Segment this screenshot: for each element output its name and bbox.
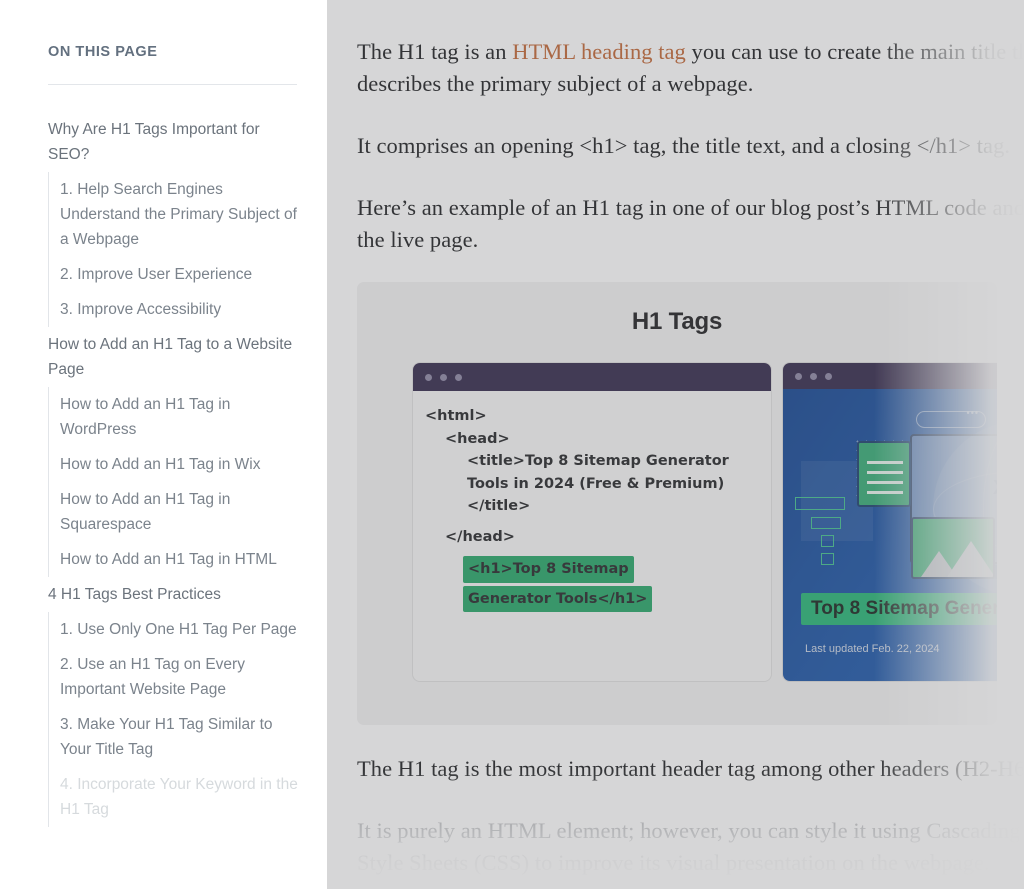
window-dot-icon bbox=[825, 372, 832, 380]
url-pill-icon bbox=[916, 408, 986, 428]
table-of-contents-sidebar: ON THIS PAGE Why Are H1 Tags Important f… bbox=[0, 0, 327, 889]
toc-subitem[interactable]: 3. Improve Accessibility bbox=[60, 292, 327, 327]
paragraph-example-lead: Here’s an example of an H1 tag in one of… bbox=[357, 195, 1024, 252]
code-line-highlighted: Generator Tools</h1> bbox=[463, 585, 653, 612]
toc-divider bbox=[48, 84, 297, 85]
last-updated-text: Last updated Feb. 22, 2024 bbox=[805, 643, 940, 655]
toc-subitem[interactable]: 2. Improve User Experience bbox=[60, 257, 327, 292]
document-icon bbox=[857, 441, 911, 507]
paragraph-intro: The H1 tag is an HTML heading tag you ca… bbox=[357, 36, 1024, 100]
toc-subitem[interactable]: 2. Use an H1 Tag on Every Important Webs… bbox=[60, 647, 327, 707]
image-icon bbox=[911, 517, 995, 579]
p1-text-before: The H1 tag is an bbox=[357, 39, 513, 64]
code-line-highlighted: <h1>Top 8 Sitemap bbox=[463, 556, 634, 583]
sitemap-node-icon bbox=[811, 517, 841, 529]
paragraph-css-style: It is purely an HTML element; however, y… bbox=[357, 818, 1021, 875]
paragraph-comprises: It comprises an opening <h1> tag, the ti… bbox=[357, 133, 1011, 158]
code-line: <head> bbox=[445, 430, 510, 447]
code-body: <html> <head> <title>Top 8 Sitemap Gener… bbox=[413, 391, 771, 615]
code-line: <html> bbox=[425, 408, 487, 424]
article-content: The H1 tag is an HTML heading tag you ca… bbox=[327, 0, 1024, 889]
paragraph-most-important: The H1 tag is the most important header … bbox=[357, 756, 1024, 781]
figure-title: H1 Tags bbox=[631, 308, 723, 335]
sitemap-node-icon bbox=[821, 553, 834, 565]
toc-subgroup: 1. Use Only One H1 Tag Per Page 2. Use a… bbox=[48, 612, 327, 827]
toc-section-title[interactable]: How to Add an H1 Tag to a Website Page bbox=[0, 327, 327, 387]
toc-section-title[interactable]: 4 H1 Tags Best Practices bbox=[0, 577, 327, 612]
toc-subgroup: How to Add an H1 Tag in WordPress How to… bbox=[48, 387, 327, 577]
h1-tags-figure: H1 Tags <html> <head> <title>Top 8 Sitem… bbox=[357, 282, 997, 725]
preview-body: XML </> bbox=[783, 389, 997, 681]
toc-subitem[interactable]: 1. Use Only One H1 Tag Per Page bbox=[60, 612, 327, 647]
toc-subitem[interactable]: 3. Make Your H1 Tag Similar to Your Titl… bbox=[60, 707, 327, 767]
sitemap-node-icon bbox=[795, 497, 845, 510]
xml-label: XML bbox=[993, 477, 997, 500]
mountain-shape bbox=[947, 541, 993, 577]
toc-subitem[interactable]: How to Add an H1 Tag in HTML bbox=[60, 542, 327, 577]
preview-titlebar bbox=[783, 363, 997, 389]
code-line: </head> bbox=[445, 528, 515, 545]
preview-h1-highlight: Top 8 Sitemap Gener bbox=[801, 593, 997, 625]
toc-section-title[interactable]: Why Are H1 Tags Important for SEO? bbox=[0, 112, 327, 172]
window-dot-icon bbox=[440, 373, 447, 381]
window-dot-icon bbox=[425, 373, 432, 381]
sitemap-node-icon bbox=[821, 535, 834, 547]
window-dot-icon bbox=[455, 373, 462, 381]
toc-subitem[interactable]: How to Add an H1 Tag in Squarespace bbox=[60, 482, 327, 542]
toc-subitem[interactable]: How to Add an H1 Tag in WordPress bbox=[60, 387, 327, 447]
toc-subgroup: 1. Help Search Engines Understand the Pr… bbox=[48, 172, 327, 327]
toc-subitem[interactable]: 4. Incorporate Your Keyword in the H1 Ta… bbox=[60, 767, 327, 827]
highlighted-h1-code: <h1>Top 8 Sitemap Generator Tools</h1> bbox=[425, 556, 757, 615]
preview-meta-row: Last updated Feb. 22, 2024 Written by bbox=[805, 643, 997, 655]
toc-heading: ON THIS PAGE bbox=[48, 44, 158, 60]
html-heading-tag-link[interactable]: HTML heading tag bbox=[512, 39, 686, 64]
toc-subitem[interactable]: 1. Help Search Engines Understand the Pr… bbox=[60, 172, 327, 257]
page-root: ON THIS PAGE Why Are H1 Tags Important f… bbox=[0, 0, 1024, 889]
toc-list: Why Are H1 Tags Important for SEO? 1. He… bbox=[0, 112, 327, 827]
code-line: Tools in 2024 (Free & Premium) bbox=[467, 475, 725, 492]
window-dot-icon bbox=[795, 372, 802, 380]
code-window-card: <html> <head> <title>Top 8 Sitemap Gener… bbox=[412, 362, 772, 682]
live-page-preview-card: XML </> bbox=[782, 362, 997, 682]
article-inner: The H1 tag is an HTML heading tag you ca… bbox=[327, 0, 1024, 889]
window-dot-icon bbox=[810, 372, 817, 380]
code-line: </title> bbox=[467, 498, 531, 514]
code-line: <title>Top 8 Sitemap Generator bbox=[467, 453, 729, 469]
window-titlebar bbox=[413, 363, 771, 391]
toc-subitem[interactable]: How to Add an H1 Tag in Wix bbox=[60, 447, 327, 482]
